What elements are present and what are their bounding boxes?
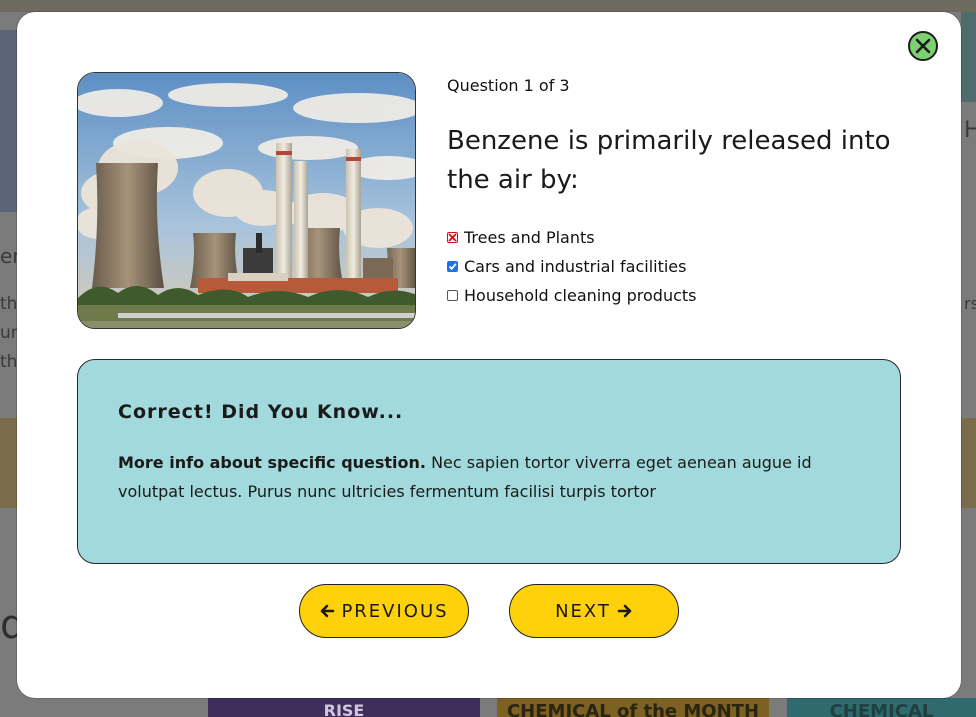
bg-left-text-2: th (0, 294, 18, 314)
answer-option-2[interactable]: Cars and industrial facilities (447, 252, 697, 281)
unchecked-checkbox-icon[interactable] (447, 290, 458, 301)
bg-card-right (961, 12, 976, 102)
feedback-bold-text: More info about specific question. (118, 453, 426, 472)
bg-bottom-banner-2: CHEMICAL of the MONTH (497, 698, 769, 717)
previous-button[interactable]: PREVIOUS (299, 584, 469, 638)
feedback-title: Correct! Did You Know... (118, 401, 404, 423)
bg-top-strip (0, 0, 976, 12)
close-icon (915, 38, 931, 54)
bg-right-text-1: H (964, 118, 976, 143)
answer-options: Trees and Plants Cars and industrial fac… (447, 223, 697, 310)
bg-card-left (0, 30, 17, 212)
arrow-left-icon (321, 604, 335, 618)
arrow-right-icon (617, 604, 632, 618)
answer-option-1[interactable]: Trees and Plants (447, 223, 697, 252)
close-button[interactable] (908, 31, 938, 61)
question-text: Benzene is primarily released into the a… (447, 126, 891, 195)
checked-checkbox-icon[interactable] (447, 261, 458, 272)
bg-bottom-banner-2-text: CHEMICAL of the MONTH (506, 701, 760, 717)
answer-option-3[interactable]: Household cleaning products (447, 281, 697, 310)
bg-bottom-banner-3: CHEMICAL (787, 698, 976, 717)
bg-left-band (0, 418, 17, 508)
next-button[interactable]: NEXT (509, 584, 679, 638)
previous-button-label: PREVIOUS (341, 600, 449, 622)
bg-bottom-banner-1: RISE (208, 698, 480, 717)
wrong-checkbox-icon[interactable] (447, 232, 458, 243)
bg-left-text-4: th (0, 352, 18, 372)
answer-option-3-label: Household cleaning products (464, 286, 697, 305)
bg-bottom-banner-1-text: RISE (323, 701, 365, 717)
feedback-body: More info about specific question. Nec s… (118, 448, 838, 506)
question-counter: Question 1 of 3 (447, 76, 570, 95)
bg-bottom-banner-3-text: CHEMICAL (829, 701, 934, 717)
bg-right-band (961, 418, 976, 508)
feedback-panel: Correct! Did You Know... More info about… (77, 359, 901, 564)
power-plant-illustration (78, 73, 415, 328)
bg-right-text-2: rs (964, 294, 976, 313)
answer-option-2-label: Cars and industrial facilities (464, 257, 687, 276)
question-image (77, 72, 416, 329)
answer-option-1-label: Trees and Plants (464, 228, 595, 247)
next-button-label: NEXT (555, 600, 611, 622)
